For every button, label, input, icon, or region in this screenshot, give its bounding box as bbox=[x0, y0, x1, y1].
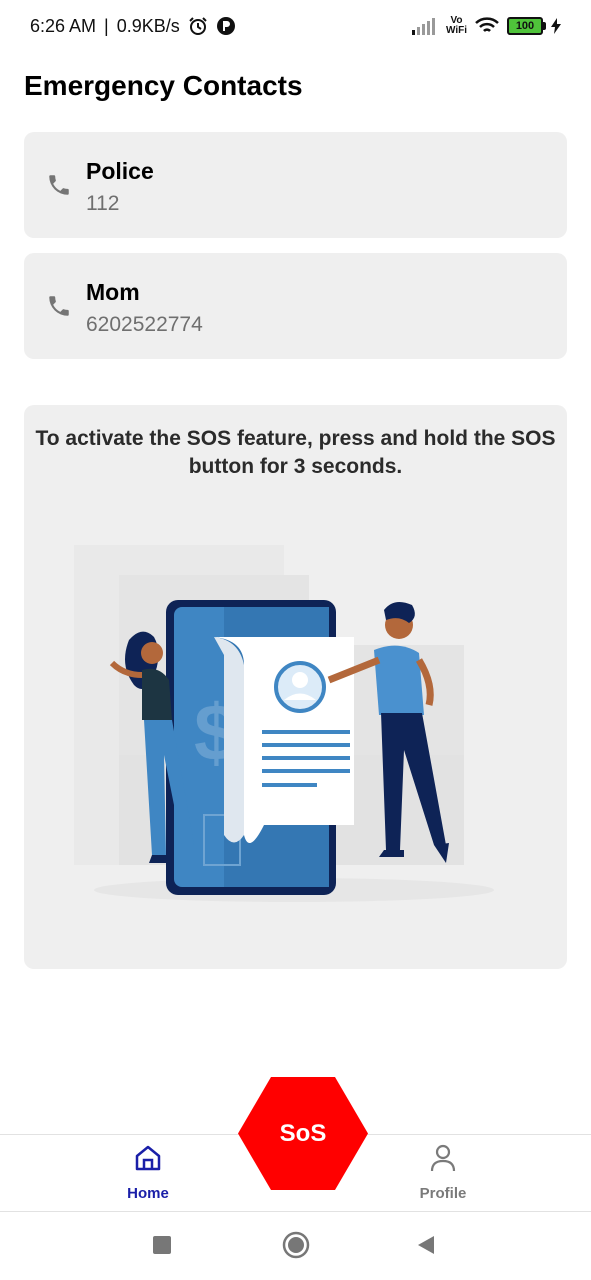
status-time: 6:26 AM bbox=[30, 15, 97, 36]
nav-profile-label: Profile bbox=[419, 1185, 467, 1202]
contact-name: Mom bbox=[86, 279, 140, 305]
phone-icon[interactable] bbox=[46, 293, 72, 319]
sos-info-card: To activate the SOS feature, press and h… bbox=[24, 405, 567, 969]
status-bar: 6:26 AM | 0.9KB/s Vo WiFi 100 bbox=[0, 0, 591, 52]
nav-home-label: Home bbox=[127, 1185, 169, 1202]
status-right: Vo WiFi 100 bbox=[411, 16, 561, 36]
battery-icon: 100 bbox=[507, 17, 546, 35]
battery-level: 100 bbox=[515, 20, 535, 32]
person-icon[interactable] bbox=[428, 1143, 458, 1173]
phone-icon[interactable] bbox=[46, 172, 72, 198]
sos-label: SoS bbox=[279, 1119, 327, 1147]
contact-number: 112 bbox=[86, 192, 120, 215]
contact-number: 6202522774 bbox=[86, 313, 203, 336]
contact-name: Police bbox=[86, 158, 154, 184]
sos-button[interactable]: SoS bbox=[238, 1077, 368, 1190]
sos-instructions: To activate the SOS feature, press and h… bbox=[35, 427, 556, 478]
vowifi-indicator: Vo WiFi bbox=[446, 16, 467, 36]
nav-home[interactable]: Home bbox=[98, 1143, 198, 1202]
wifi-icon bbox=[475, 17, 499, 35]
circle-icon[interactable] bbox=[282, 1231, 310, 1264]
signal-icon bbox=[411, 17, 438, 35]
home-icon[interactable] bbox=[133, 1143, 163, 1173]
back-triangle-icon[interactable] bbox=[416, 1235, 436, 1260]
square-icon[interactable] bbox=[152, 1235, 172, 1260]
alarm-icon bbox=[188, 16, 208, 36]
page-title: Emergency Contacts bbox=[24, 70, 303, 101]
system-navigation-bar bbox=[0, 1215, 591, 1275]
contact-card-police[interactable]: Police 112 bbox=[24, 132, 567, 238]
sos-illustration: $ bbox=[74, 545, 514, 915]
status-left: 6:26 AM | 0.9KB/s bbox=[30, 16, 236, 37]
nav-profile[interactable]: Profile bbox=[393, 1143, 493, 1202]
contact-card-mom[interactable]: Mom 6202522774 bbox=[24, 253, 567, 359]
vowifi-bottom: WiFi bbox=[445, 25, 467, 36]
charging-icon bbox=[551, 18, 561, 34]
status-separator: | bbox=[104, 15, 109, 36]
status-net-speed: 0.9KB/s bbox=[116, 15, 180, 36]
app-notification-icon bbox=[216, 16, 236, 36]
